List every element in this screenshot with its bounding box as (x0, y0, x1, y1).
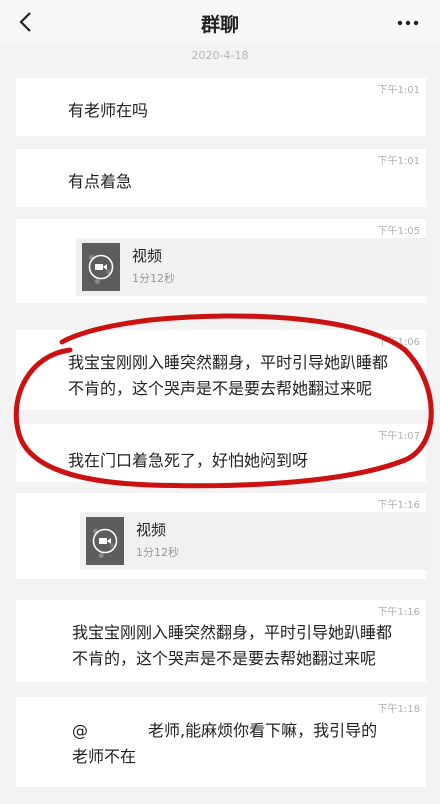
message-time: 下午1:16 (377, 607, 420, 618)
message-time: 下午1:01 (377, 85, 420, 96)
video-duration: 1分12秒 (132, 272, 175, 285)
video-camera-icon (88, 254, 114, 280)
message-time: 下午1:06 (377, 337, 420, 348)
redacted-name (88, 723, 148, 740)
video-duration: 1分12秒 (136, 546, 179, 559)
message-time: 下午1:07 (377, 431, 420, 442)
message-text-line: @ 老师,能麻烦你看下嘛，我引导的 (72, 718, 377, 744)
message-text: 有老师在吗 (68, 101, 149, 120)
video-title: 视频 (136, 521, 167, 539)
message-item[interactable]: 下午1:18 @ 老师,能麻烦你看下嘛，我引导的 老师不在 (16, 697, 426, 787)
message-time: 下午1:18 (377, 704, 420, 715)
video-camera-icon (92, 528, 118, 554)
page-title: 群聊 (200, 14, 239, 36)
message-text-line: 老师不在 (72, 747, 137, 766)
message-text-line: 不肯的，这个哭声是不是要去帮她翻过来呢 (68, 379, 373, 398)
message-text: 我在门口着急死了，好怕她闷到呀 (68, 451, 309, 470)
message-item[interactable]: 下午1:06 我宝宝刚刚入睡突然翻身，平时引导她趴睡都 不肯的，这个哭声是不是要… (16, 330, 426, 410)
message-text-line: 我宝宝刚刚入睡突然翻身，平时引导她趴睡都 (72, 623, 393, 642)
top-bar: 群聊 (0, 0, 440, 44)
message-item[interactable]: 下午1:05 视频 1分12秒 (16, 219, 426, 303)
message-item[interactable]: 下午1:16 视频 1分12秒 (16, 493, 430, 579)
message-time: 下午1:16 (377, 500, 420, 511)
video-card[interactable]: 视频 1分12秒 (80, 512, 430, 570)
mention-symbol: @ (72, 721, 88, 740)
more-dots-icon[interactable] (396, 13, 420, 33)
message-item[interactable]: 下午1:01 有老师在吗 (16, 78, 426, 136)
video-thumbnail (86, 517, 124, 565)
video-title: 视频 (132, 247, 163, 265)
message-item[interactable]: 下午1:07 我在门口着急死了，好怕她闷到呀 (16, 424, 426, 482)
message-text: 有点着急 (68, 172, 133, 191)
message-item[interactable]: 下午1:01 有点着急 (16, 149, 426, 207)
message-text-line: 我宝宝刚刚入睡突然翻身，平时引导她趴睡都 (68, 353, 389, 372)
message-time: 下午1:05 (377, 226, 420, 237)
date-separator: 2020-4-18 (191, 49, 249, 62)
video-card[interactable]: 视频 1分12秒 (76, 238, 426, 296)
message-item[interactable]: 下午1:16 我宝宝刚刚入睡突然翻身，平时引导她趴睡都 不肯的，这个哭声是不是要… (16, 600, 426, 682)
video-thumbnail (82, 243, 120, 291)
message-time: 下午1:01 (377, 156, 420, 167)
message-text-line: 不肯的，这个哭声是不是要去帮她翻过来呢 (72, 649, 377, 668)
message-text-segment: 老师,能麻烦你看下嘛，我引导的 (148, 721, 378, 740)
